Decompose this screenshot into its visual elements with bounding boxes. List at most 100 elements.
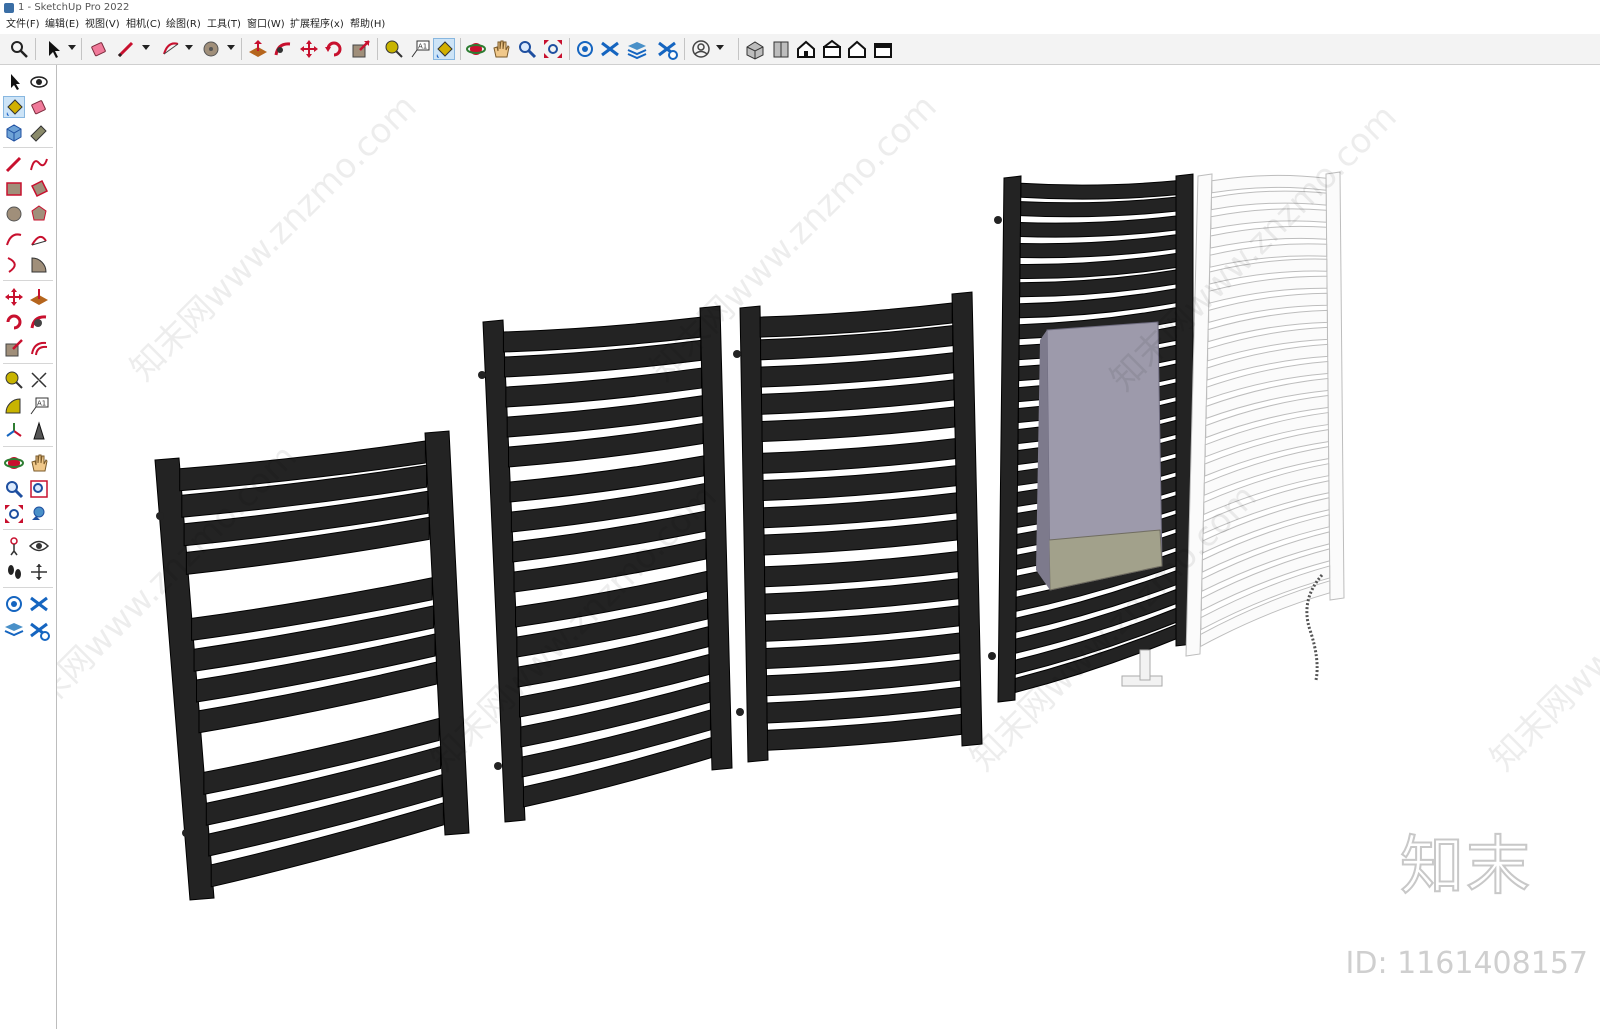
- menu-window[interactable]: 窗口(W): [245, 18, 287, 32]
- svg-text:A1: A1: [37, 400, 46, 408]
- paint-bucket-icon[interactable]: [3, 96, 25, 118]
- rectangle-icon[interactable]: [3, 178, 25, 200]
- sandbox-icon[interactable]: [656, 38, 678, 60]
- select-dropdown-icon[interactable]: [68, 45, 76, 50]
- 3d-viewport[interactable]: 知末网www.znzmo.com 知末网www.znzmo.com 知末网www…: [57, 65, 1600, 1029]
- extension-warehouse-icon[interactable]: [599, 38, 621, 60]
- polygon-icon[interactable]: [28, 203, 50, 225]
- menu-help[interactable]: 帮助(H): [348, 18, 387, 32]
- right-view-icon[interactable]: [846, 38, 868, 60]
- extension-icon[interactable]: [28, 619, 50, 641]
- select-arrow-icon[interactable]: [42, 38, 64, 60]
- menu-file[interactable]: 文件(F): [4, 18, 42, 32]
- text-icon[interactable]: A1: [28, 395, 50, 417]
- select-icon[interactable]: [3, 71, 25, 93]
- zoom-window-icon[interactable]: [28, 478, 50, 500]
- menu-edit[interactable]: 编辑(E): [43, 18, 81, 32]
- svg-text:A1: A1: [418, 43, 427, 51]
- move-icon[interactable]: [3, 286, 25, 308]
- component-icon[interactable]: [3, 121, 25, 143]
- house-icon[interactable]: [821, 38, 843, 60]
- circle-icon[interactable]: [3, 203, 25, 225]
- arc-icon[interactable]: [160, 38, 182, 60]
- scale-icon[interactable]: [3, 337, 25, 359]
- rotate-icon[interactable]: [323, 38, 345, 60]
- zoom-icon[interactable]: [3, 478, 25, 500]
- mounting-knob: [494, 762, 502, 770]
- radiator-bar: [1020, 180, 1177, 200]
- text-label-icon[interactable]: A1: [409, 38, 431, 60]
- menu-view[interactable]: 视图(V): [83, 18, 122, 32]
- radiator-bar: [1019, 234, 1177, 259]
- arc-dropdown-icon[interactable]: [185, 45, 193, 50]
- orbit-icon[interactable]: [28, 71, 50, 93]
- palette-separator: [3, 280, 53, 281]
- iso-view-icon[interactable]: [744, 38, 766, 60]
- pan-icon[interactable]: [490, 38, 512, 60]
- search-icon[interactable]: [8, 38, 30, 60]
- rotated-rectangle-icon[interactable]: [28, 178, 50, 200]
- eraser-icon[interactable]: [88, 38, 110, 60]
- layer-icon[interactable]: [3, 619, 25, 641]
- front-view-icon[interactable]: [770, 38, 792, 60]
- circle-icon[interactable]: [200, 38, 222, 60]
- pan-icon[interactable]: [28, 452, 50, 474]
- previous-view-icon[interactable]: [28, 503, 50, 525]
- eraser-icon[interactable]: [28, 96, 50, 118]
- top-view-icon[interactable]: [795, 38, 817, 60]
- scale-icon[interactable]: [350, 38, 372, 60]
- warehouse-icon[interactable]: [574, 38, 596, 60]
- menu-extensions[interactable]: 扩展程序(x): [288, 18, 346, 32]
- section-plane-icon[interactable]: [28, 561, 50, 583]
- toolbar-separator: [569, 38, 570, 60]
- tape-measure-icon[interactable]: [3, 369, 25, 391]
- push-pull-icon[interactable]: [28, 286, 50, 308]
- three-point-arc-icon[interactable]: [3, 254, 25, 276]
- pencil-dropdown-icon[interactable]: [142, 45, 150, 50]
- orbit-camera-icon[interactable]: [3, 452, 25, 474]
- follow-me-icon[interactable]: [28, 311, 50, 333]
- offset-icon[interactable]: [28, 337, 50, 359]
- menu-draw[interactable]: 绘图(R): [164, 18, 203, 32]
- circle-dropdown-icon[interactable]: [227, 45, 235, 50]
- zoom-extents-icon[interactable]: [542, 38, 564, 60]
- toolbar-separator: [460, 38, 461, 60]
- sandbox-icon[interactable]: [28, 593, 50, 615]
- push-pull-icon[interactable]: [247, 38, 269, 60]
- menu-camera[interactable]: 相机(C): [124, 18, 163, 32]
- position-camera-icon[interactable]: [3, 535, 25, 557]
- two-point-arc-icon[interactable]: [28, 229, 50, 251]
- back-view-icon[interactable]: [872, 38, 894, 60]
- move-icon[interactable]: [298, 38, 320, 60]
- radiator-bar: [762, 438, 956, 474]
- toolbar-separator: [377, 38, 378, 60]
- follow-me-icon[interactable]: [272, 38, 294, 60]
- walk-icon[interactable]: [3, 561, 25, 583]
- axes-icon[interactable]: [3, 420, 25, 442]
- warehouse-icon[interactable]: [3, 593, 25, 615]
- menu-tools[interactable]: 工具(T): [205, 18, 243, 32]
- 3d-text-icon[interactable]: [28, 420, 50, 442]
- account-icon[interactable]: [690, 38, 712, 60]
- zoom-icon[interactable]: [516, 38, 538, 60]
- account-dropdown-icon[interactable]: [716, 45, 724, 50]
- look-around-icon[interactable]: [28, 535, 50, 557]
- tape-measure-icon[interactable]: [383, 38, 405, 60]
- freehand-icon[interactable]: [28, 153, 50, 175]
- pie-icon[interactable]: [28, 254, 50, 276]
- dimension-icon[interactable]: [28, 369, 50, 391]
- orbit-icon[interactable]: [465, 38, 487, 60]
- pencil-icon[interactable]: [3, 153, 25, 175]
- model-id-label: ID: 1161408157: [1345, 946, 1588, 981]
- zoom-extents-icon[interactable]: [3, 503, 25, 525]
- toolbar-separator: [684, 38, 685, 60]
- protractor-icon[interactable]: [3, 395, 25, 417]
- radiator-bar: [1020, 196, 1177, 218]
- rotate-icon[interactable]: [3, 311, 25, 333]
- layer-icon[interactable]: [626, 38, 648, 60]
- tag-icon[interactable]: [28, 121, 50, 143]
- arc-icon[interactable]: [3, 229, 25, 251]
- pencil-icon[interactable]: [115, 38, 137, 60]
- paint-bucket-icon[interactable]: [433, 38, 455, 60]
- toolbar-separator: [81, 38, 82, 60]
